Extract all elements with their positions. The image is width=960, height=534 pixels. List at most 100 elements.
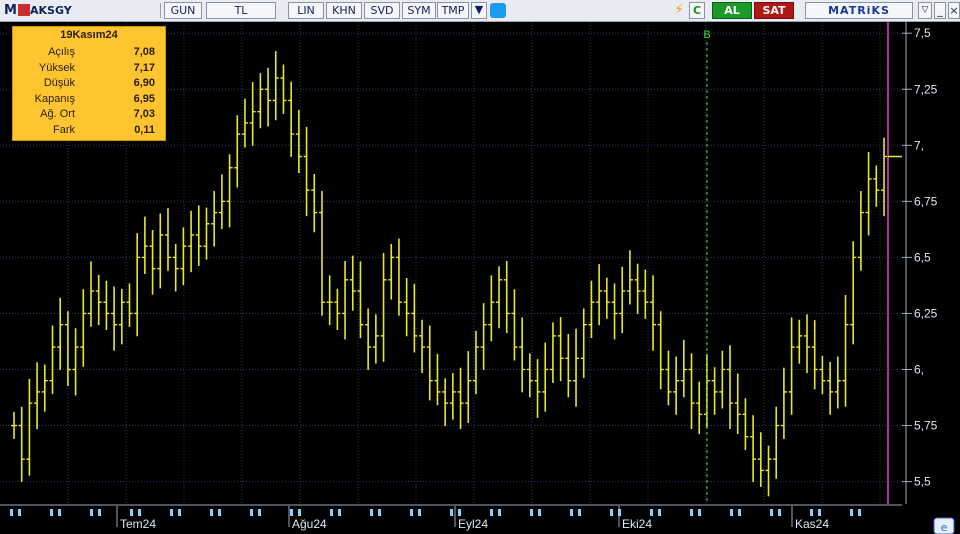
day-tick xyxy=(210,509,213,516)
day-tick xyxy=(258,509,261,516)
x-tick-label: Eki24 xyxy=(622,517,652,531)
price-info-panel: 19Kasım24 Açılış 7,08 Yüksek 7,17 Düşük 6,90 K… xyxy=(12,26,166,141)
day-tick xyxy=(338,509,341,516)
info-row: Ağ. Ort 7,03 xyxy=(13,108,165,123)
symbol-icon xyxy=(18,4,30,16)
day-tick xyxy=(538,509,541,516)
tmp-button[interactable]: TMP xyxy=(437,2,469,19)
sym-button[interactable]: SYM xyxy=(402,2,436,19)
day-tick xyxy=(690,509,693,516)
svd-button[interactable]: SVD xyxy=(364,2,400,19)
day-tick xyxy=(650,509,653,516)
info-row-value: 6,90 xyxy=(133,77,155,89)
symbol-field[interactable]: AKSGY xyxy=(30,2,130,19)
toolbar: M AKSGY GUN TL LIN KHN SVD SYM TMP ▼ ⚡ C… xyxy=(0,0,960,22)
info-row-label: Ağ. Ort xyxy=(40,108,75,120)
svg-text:e: e xyxy=(941,521,948,534)
day-tick xyxy=(378,509,381,516)
day-tick xyxy=(658,509,661,516)
info-row: Açılış 7,08 xyxy=(13,46,165,61)
minimize-icon[interactable]: _ xyxy=(934,2,946,19)
info-row-label: Açılış xyxy=(48,46,75,58)
day-tick xyxy=(98,509,101,516)
y-tick-label: 6,5 xyxy=(914,250,931,264)
y-tick-label: 7,25 xyxy=(914,82,938,96)
info-date: 19Kasım24 xyxy=(60,29,118,41)
brand-logo: MATRiKS xyxy=(805,2,913,19)
day-tick xyxy=(250,509,253,516)
day-tick xyxy=(858,509,861,516)
day-tick xyxy=(178,509,181,516)
info-row: Fark 0,11 xyxy=(13,124,165,139)
info-row: Yüksek 7,17 xyxy=(13,62,165,77)
day-tick xyxy=(410,509,413,516)
day-tick xyxy=(450,509,453,516)
day-tick xyxy=(490,509,493,516)
day-tick xyxy=(10,509,13,516)
y-tick-label: 6, xyxy=(914,362,924,376)
day-tick xyxy=(330,509,333,516)
khn-button[interactable]: KHN xyxy=(326,2,362,19)
info-row-label: Yüksek xyxy=(38,61,75,74)
day-tick xyxy=(770,509,773,516)
day-tick xyxy=(90,509,93,516)
day-tick xyxy=(170,509,173,516)
chevron-down-icon[interactable]: ▽ xyxy=(918,2,932,19)
twitter-icon[interactable] xyxy=(490,3,506,18)
day-tick xyxy=(810,509,813,516)
y-tick-label: 7, xyxy=(914,138,924,152)
day-tick xyxy=(418,509,421,516)
x-tick-label: Ağu24 xyxy=(292,517,327,531)
day-tick xyxy=(50,509,53,516)
info-row: Kapanış 6,95 xyxy=(13,93,165,108)
y-tick-label: 6,75 xyxy=(914,194,938,208)
currency-button[interactable]: TL xyxy=(206,2,276,19)
y-tick-label: 6,25 xyxy=(914,306,938,320)
day-tick xyxy=(570,509,573,516)
info-row-value: 7,03 xyxy=(133,108,155,120)
lightning-icon[interactable]: ⚡ xyxy=(672,2,686,19)
info-row-label: Kapanış xyxy=(34,92,75,105)
dropdown-arrow-icon[interactable]: ▼ xyxy=(471,2,487,19)
day-tick xyxy=(58,509,61,516)
y-tick-label: 5,5 xyxy=(914,475,931,489)
day-tick xyxy=(530,509,533,516)
info-row-label: Fark xyxy=(53,123,75,136)
y-tick-label: 7,5 xyxy=(914,26,931,40)
refresh-icon[interactable]: C xyxy=(689,2,705,19)
buy-button[interactable]: AL xyxy=(712,2,752,19)
day-tick xyxy=(290,509,293,516)
sell-button[interactable]: SAT xyxy=(754,2,794,19)
day-tick xyxy=(778,509,781,516)
info-row: Düşük 6,90 xyxy=(13,77,165,92)
day-tick xyxy=(218,509,221,516)
day-tick xyxy=(298,509,301,516)
day-tick xyxy=(498,509,501,516)
period-button[interactable]: GUN xyxy=(164,2,202,19)
x-tick-label: Eyl24 xyxy=(458,517,488,531)
info-row-value: 7,08 xyxy=(133,46,155,58)
day-tick xyxy=(138,509,141,516)
matriks-logo: M xyxy=(4,3,17,18)
info-row-label: Düşük xyxy=(43,77,75,89)
day-tick xyxy=(18,509,21,516)
toolbar-divider xyxy=(160,3,161,18)
day-tick xyxy=(738,509,741,516)
day-tick xyxy=(458,509,461,516)
close-icon[interactable]: × xyxy=(948,2,960,19)
day-tick xyxy=(370,509,373,516)
day-tick xyxy=(130,509,133,516)
day-tick xyxy=(730,509,733,516)
x-tick-label: Tem24 xyxy=(120,517,156,531)
y-tick-label: 5,75 xyxy=(914,419,938,433)
day-tick xyxy=(850,509,853,516)
info-row-value: 7,17 xyxy=(133,61,155,74)
day-tick xyxy=(618,509,621,516)
linear-scale-button[interactable]: LIN xyxy=(288,2,324,19)
info-row-value: 6,95 xyxy=(133,92,155,105)
edge-icon[interactable]: e xyxy=(933,517,955,534)
buy-signal-label: B xyxy=(703,29,710,41)
day-tick xyxy=(698,509,701,516)
info-row-value: 0,11 xyxy=(134,123,155,136)
day-tick xyxy=(818,509,821,516)
